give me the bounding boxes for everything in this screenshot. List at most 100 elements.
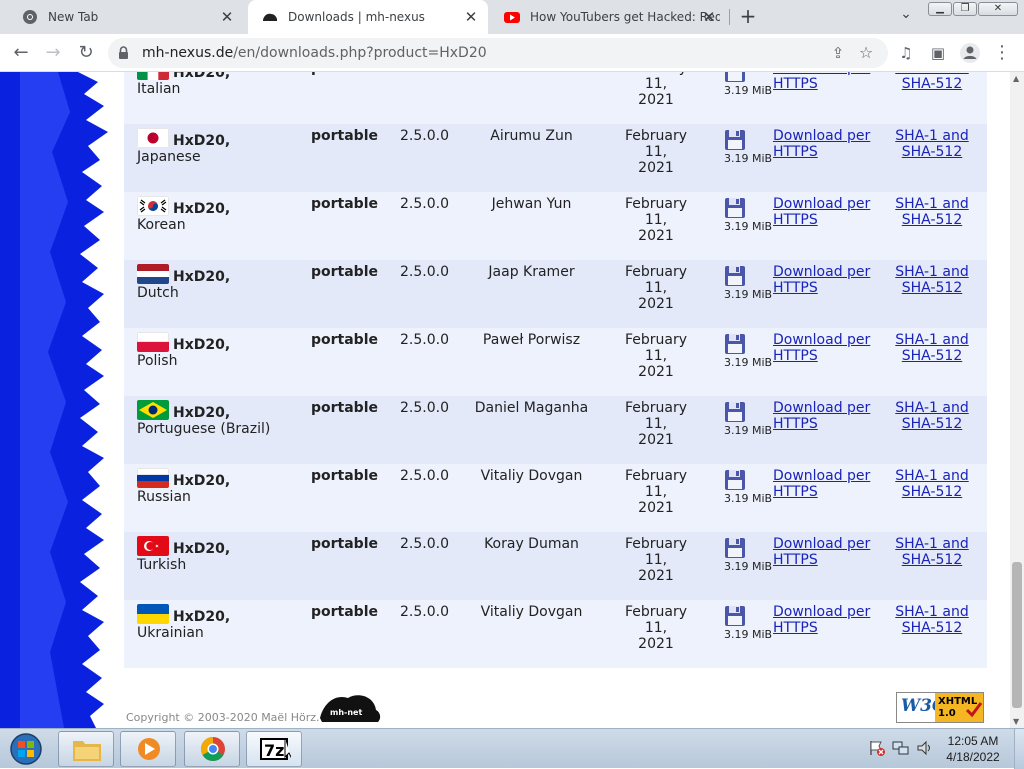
checksum-link-sha512: SHA-512 bbox=[901, 416, 963, 432]
side-panel-icon[interactable]: ▣ bbox=[926, 41, 950, 65]
tab-separator bbox=[729, 9, 730, 25]
download-https-link[interactable]: Download perHTTPS bbox=[773, 332, 873, 364]
language-cell: HxD20, Polish bbox=[137, 332, 230, 369]
checksum-link[interactable]: SHA-1 andSHA-512 bbox=[894, 72, 970, 92]
url-text[interactable]: mh-nexus.de/en/downloads.php?product=HxD… bbox=[142, 45, 487, 61]
flag-netherlands-icon bbox=[137, 264, 169, 284]
flag-italy-icon bbox=[137, 72, 169, 80]
mh-nexus-icon bbox=[263, 13, 277, 21]
floppy-disk-icon bbox=[725, 198, 745, 218]
download-https-link[interactable]: Download perHTTPS bbox=[773, 196, 873, 228]
tab-new-tab[interactable]: New Tab ✕ bbox=[8, 0, 244, 34]
scrollbar-thumb[interactable] bbox=[1012, 562, 1022, 708]
clock-time: 12:05 AM bbox=[947, 734, 999, 748]
taskbar-file-explorer[interactable] bbox=[58, 731, 114, 767]
checksum-link-line: SHA-1 and bbox=[895, 332, 969, 348]
scroll-down-arrow-icon[interactable]: ▼ bbox=[1013, 717, 1019, 726]
product-name: HxD20 bbox=[173, 201, 225, 217]
profile-avatar-icon[interactable] bbox=[959, 42, 981, 64]
download-link-protocol: HTTPS bbox=[773, 76, 818, 92]
date-cell: February 11,2021 bbox=[612, 332, 700, 380]
close-tab-icon[interactable]: ✕ bbox=[218, 8, 236, 26]
download-https-link[interactable]: Download perHTTPS bbox=[773, 536, 873, 568]
windows-taskbar: 7z 12:05 AM 4/18/2022 bbox=[0, 728, 1024, 769]
checksum-link[interactable]: SHA-1 andSHA-512 bbox=[894, 196, 970, 228]
tab-downloads[interactable]: Downloads | mh-nexus ✕ bbox=[248, 0, 488, 34]
windows-start-button[interactable] bbox=[6, 732, 46, 766]
address-bar[interactable]: mh-nexus.de/en/downloads.php?product=HxD… bbox=[108, 38, 888, 68]
download-https-link[interactable]: Download perHTTPS bbox=[773, 604, 873, 636]
action-center-flag-icon[interactable] bbox=[868, 739, 886, 757]
checksum-link[interactable]: SHA-1 andSHA-512 bbox=[894, 128, 970, 160]
language-name: Italian bbox=[137, 81, 181, 97]
checksum-link[interactable]: SHA-1 andSHA-512 bbox=[894, 400, 970, 432]
reload-icon[interactable]: ↻ bbox=[74, 41, 98, 65]
taskbar-clock[interactable]: 12:05 AM 4/18/2022 bbox=[936, 733, 1010, 765]
taskbar-chrome[interactable] bbox=[184, 731, 240, 767]
tab-youtube[interactable]: How YouTubers get Hacked: Red ✕ bbox=[490, 0, 726, 34]
language-name: Ukrainian bbox=[137, 625, 204, 641]
chevron-down-icon[interactable]: ⌄ bbox=[896, 6, 916, 26]
edition-cell: portable bbox=[311, 196, 378, 212]
file-size: 3.19 MiB bbox=[724, 356, 773, 369]
download-https-link[interactable]: Download perHTTPS bbox=[773, 128, 873, 160]
download-https-link[interactable]: Download perHTTPS bbox=[773, 264, 873, 296]
close-tab-icon[interactable]: ✕ bbox=[462, 8, 480, 26]
tab-title: How YouTubers get Hacked: Red bbox=[530, 10, 720, 24]
taskbar-media-player[interactable] bbox=[120, 731, 176, 767]
scroll-up-arrow-icon[interactable]: ▲ bbox=[1013, 74, 1019, 83]
translator-cell: Paweł Porwisz bbox=[482, 332, 581, 348]
download-link-protocol: HTTPS bbox=[773, 280, 818, 296]
close-window-button[interactable]: ✕ bbox=[978, 2, 1018, 16]
media-player-icon bbox=[138, 738, 160, 760]
product-name: HxD20 bbox=[173, 337, 225, 353]
language-cell: HxD20, Dutch bbox=[137, 264, 230, 301]
bookmark-star-icon[interactable]: ☆ bbox=[854, 41, 878, 65]
language-name: Turkish bbox=[137, 557, 187, 573]
language-cell: HxD20, Portuguese (Brazil) bbox=[137, 400, 270, 437]
checksum-link[interactable]: SHA-1 andSHA-512 bbox=[894, 332, 970, 364]
lock-icon[interactable] bbox=[118, 46, 129, 59]
volume-icon[interactable] bbox=[916, 739, 934, 757]
translator-cell: Koray Duman bbox=[484, 536, 579, 552]
download-https-link[interactable]: Download perHTTPS bbox=[773, 468, 873, 500]
checksum-link[interactable]: SHA-1 andSHA-512 bbox=[894, 536, 970, 568]
table-row: HxD20, Polish portable 2.5.0.0 Paweł Porwisz… bbox=[124, 328, 987, 396]
back-arrow-icon[interactable]: ← bbox=[9, 41, 33, 65]
date-cell: February 11,2021 bbox=[612, 536, 700, 584]
translator-cell: Jaap Kramer bbox=[488, 264, 575, 280]
downloads-table: HxD20,Italian portable 2.5.0.0 Costantino G… bbox=[124, 72, 987, 672]
kebab-menu-icon[interactable]: ⋮ bbox=[990, 41, 1014, 65]
copyright-text: Copyright © 2003-2020 Maël Hörz. bbox=[126, 711, 320, 724]
version-cell: 2.5.0.0 bbox=[400, 468, 449, 484]
checksum-link[interactable]: SHA-1 andSHA-512 bbox=[894, 468, 970, 500]
file-size: 3.19 MiB bbox=[724, 560, 773, 573]
download-link-line: Download per bbox=[773, 604, 871, 620]
share-icon[interactable]: ⇪ bbox=[826, 41, 850, 65]
taskbar-7zip[interactable]: 7z bbox=[246, 731, 302, 767]
close-tab-icon[interactable]: ✕ bbox=[700, 8, 718, 26]
translator-cell: Airumu Zun bbox=[490, 128, 573, 144]
floppy-disk-icon bbox=[725, 334, 745, 354]
checksum-link[interactable]: SHA-1 andSHA-512 bbox=[894, 604, 970, 636]
date-cell: February 11,2021 bbox=[612, 400, 700, 448]
checksum-link[interactable]: SHA-1 andSHA-512 bbox=[894, 264, 970, 296]
maximize-button[interactable]: ❐ bbox=[953, 2, 977, 16]
page-scrollbar[interactable]: ▲ ▼ bbox=[1010, 72, 1024, 728]
media-control-icon[interactable]: ♫ bbox=[894, 41, 918, 65]
edition-cell: portable bbox=[311, 536, 378, 552]
new-tab-icon[interactable]: + bbox=[737, 5, 759, 27]
flag-brazil-icon bbox=[137, 400, 169, 420]
7zip-icon: 7z bbox=[260, 738, 291, 760]
w3c-xhtml-badge[interactable]: W3C XHTML 1.0 bbox=[896, 692, 984, 723]
network-icon[interactable] bbox=[892, 739, 910, 757]
forward-arrow-icon[interactable]: → bbox=[41, 41, 65, 65]
version-cell: 2.5.0.0 bbox=[400, 128, 449, 144]
download-https-link[interactable]: Download perHTTPS bbox=[773, 400, 873, 432]
show-desktop-button[interactable] bbox=[1014, 729, 1024, 769]
language-name: Polish bbox=[137, 353, 178, 369]
checksum-link-sha512: SHA-512 bbox=[901, 552, 963, 568]
minimize-button[interactable]: ▁ bbox=[928, 2, 952, 16]
download-https-link[interactable]: Download perHTTPS bbox=[773, 72, 873, 92]
product-name: HxD20 bbox=[173, 405, 225, 421]
